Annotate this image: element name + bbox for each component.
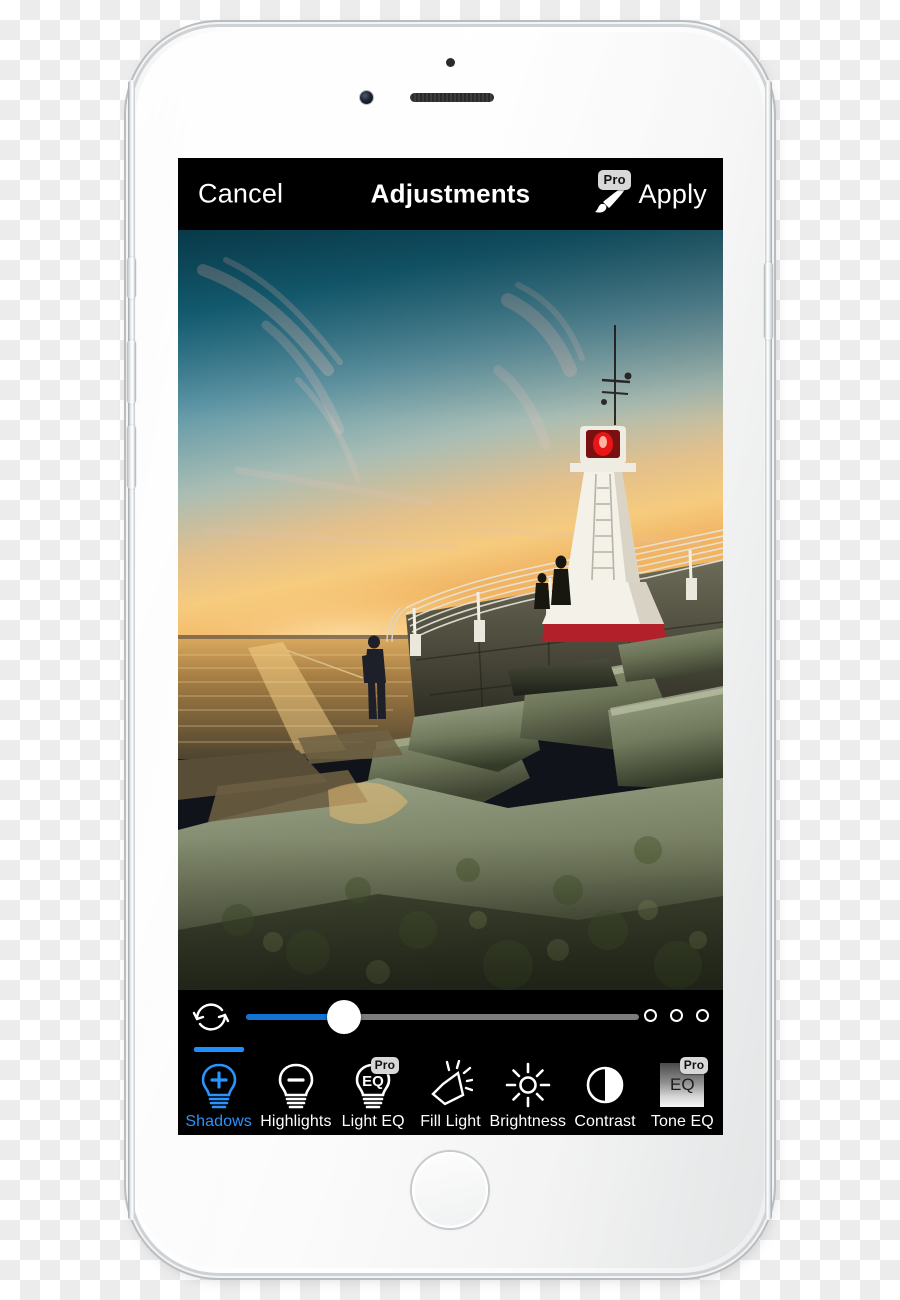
- contrast-circle-icon: [581, 1059, 629, 1111]
- adjustment-controls: Shadows Highlights EQ Pro Light EQ Fill …: [178, 990, 723, 1135]
- phone-right-edge: [765, 80, 772, 1220]
- proximity-sensor: [446, 58, 455, 67]
- tool-label: Tone EQ: [650, 1113, 714, 1130]
- slider-thumb[interactable]: [327, 1000, 362, 1034]
- tool-label: Highlights: [260, 1113, 332, 1130]
- canvas: Cancel Adjustments Pro Apply Shadows Hig…: [0, 0, 900, 1300]
- phone-screen: Cancel Adjustments Pro Apply Shadows Hig…: [178, 158, 723, 1135]
- phone-left-edge: [128, 80, 135, 1220]
- adjustment-slider[interactable]: [246, 1000, 639, 1034]
- tool-strip: Shadows Highlights EQ Pro Light EQ Fill …: [178, 1045, 723, 1135]
- page-dot-3[interactable]: [696, 1009, 709, 1022]
- pro-badge: Pro: [598, 170, 631, 190]
- apply-button[interactable]: Apply: [638, 179, 707, 210]
- mute-switch[interactable]: [127, 257, 136, 299]
- front-camera-icon: [360, 91, 373, 104]
- tool-label: Brightness: [489, 1113, 567, 1130]
- tool-contrast[interactable]: Contrast: [566, 1045, 643, 1135]
- slider-row: [178, 990, 723, 1045]
- navigation-bar: Cancel Adjustments Pro Apply: [178, 158, 723, 230]
- pro-badge: Pro: [679, 1057, 709, 1074]
- volume-down-button[interactable]: [127, 425, 136, 489]
- power-button[interactable]: [764, 262, 773, 340]
- volume-up-button[interactable]: [127, 340, 136, 404]
- tool-label: Contrast: [574, 1113, 636, 1130]
- reset-icon[interactable]: [188, 994, 234, 1040]
- home-button[interactable]: [412, 1152, 488, 1228]
- pro-badge: Pro: [370, 1057, 400, 1074]
- photo-preview[interactable]: [178, 230, 723, 990]
- tool-shadows[interactable]: Shadows: [180, 1045, 257, 1135]
- earpiece-speaker: [410, 93, 494, 102]
- tool-brightness[interactable]: Brightness: [489, 1045, 566, 1135]
- tone-eq-gradient-icon: EQ Pro: [658, 1057, 709, 1111]
- tone-eq-icon-text: EQ: [670, 1075, 695, 1094]
- page-dot-1[interactable]: [644, 1009, 657, 1022]
- navbar-right-group: Pro Apply: [586, 170, 707, 215]
- sun-icon: [504, 1059, 552, 1111]
- page-dot-2[interactable]: [670, 1009, 683, 1022]
- page-indicator-dots[interactable]: [644, 1009, 709, 1022]
- tool-label: Shadows: [185, 1113, 252, 1130]
- tool-label: Light EQ: [341, 1113, 405, 1130]
- bulb-eq-icon: EQ Pro: [349, 1057, 400, 1111]
- bulb-plus-icon: [195, 1059, 243, 1111]
- tool-tone-eq[interactable]: EQ Pro Tone EQ: [644, 1045, 721, 1135]
- tool-label: Fill Light: [420, 1113, 481, 1130]
- page-title: Adjustments: [370, 178, 531, 209]
- tool-highlights[interactable]: Highlights: [257, 1045, 334, 1135]
- tool-light-eq[interactable]: EQ Pro Light EQ: [335, 1045, 412, 1135]
- fill-light-icon: [426, 1059, 474, 1111]
- tool-fill-light[interactable]: Fill Light: [412, 1045, 489, 1135]
- active-indicator: [193, 1047, 244, 1052]
- bulb-minus-icon: [272, 1059, 320, 1111]
- svg-text:EQ: EQ: [362, 1073, 384, 1090]
- brush-pro-group[interactable]: Pro: [586, 170, 631, 215]
- cancel-button[interactable]: Cancel: [198, 179, 283, 210]
